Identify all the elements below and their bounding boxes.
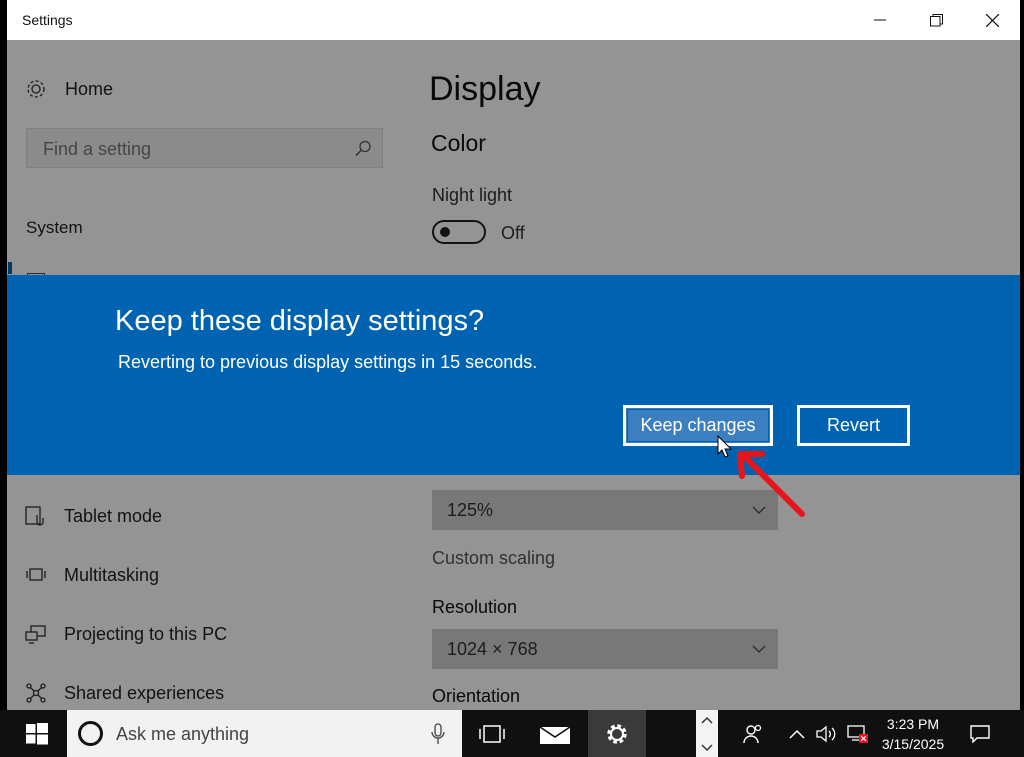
- show-hidden-icons-button[interactable]: [786, 710, 808, 757]
- mouse-cursor-icon: [717, 434, 733, 458]
- action-center-icon: [970, 724, 990, 743]
- taskbar: Ask me anything 3:23 PM 3/15/2025: [0, 710, 1024, 757]
- mail-taskbar-button[interactable]: [530, 710, 580, 757]
- taskbar-clock[interactable]: 3:23 PM 3/15/2025: [872, 714, 954, 754]
- cortana-icon: [78, 721, 103, 746]
- network-button[interactable]: [844, 710, 870, 757]
- dialog-message: Reverting to previous display settings i…: [118, 352, 538, 372]
- settings-taskbar-button[interactable]: [588, 710, 646, 757]
- chevron-up-icon: [789, 729, 805, 739]
- task-view-button[interactable]: [468, 710, 516, 757]
- clock-time: 3:23 PM: [886, 716, 940, 732]
- start-button[interactable]: [12, 710, 62, 757]
- restore-icon: [929, 13, 943, 26]
- close-button[interactable]: [964, 0, 1020, 40]
- volume-button[interactable]: [814, 710, 840, 757]
- revert-label: Revert: [826, 415, 880, 435]
- minimize-button[interactable]: [852, 0, 908, 40]
- clock-date: 3/15/2025: [881, 736, 945, 752]
- mail-icon: [539, 725, 571, 744]
- gear-icon: [607, 723, 627, 744]
- taskbar-search-placeholder: Ask me anything: [116, 724, 250, 744]
- revert-button[interactable]: Revert: [797, 405, 910, 446]
- network-disconnected-icon: [847, 724, 868, 743]
- minimize-icon: [874, 19, 886, 21]
- dialog-title: Keep these display settings?: [115, 305, 485, 337]
- people-button[interactable]: [738, 710, 768, 757]
- microphone-icon: [431, 723, 445, 744]
- windows-logo-icon: [26, 722, 48, 744]
- task-view-icon: [479, 724, 505, 743]
- close-icon: [985, 13, 999, 27]
- taskbar-scroll[interactable]: [696, 710, 718, 757]
- red-arrow-annotation: [717, 434, 805, 517]
- window-title: Settings: [22, 12, 73, 28]
- action-center-button[interactable]: [962, 710, 998, 757]
- restore-button[interactable]: [908, 0, 964, 40]
- volume-icon: [816, 725, 836, 742]
- people-icon: [743, 724, 762, 743]
- taskbar-search-box[interactable]: Ask me anything: [67, 710, 462, 757]
- scroll-arrows-icon: [701, 716, 713, 752]
- settings-window: Settings Home Find a setting System Tabl…: [7, 0, 1020, 710]
- title-bar: Settings: [7, 0, 1020, 40]
- keep-display-settings-dialog: Keep these display settings? Reverting t…: [7, 275, 1020, 475]
